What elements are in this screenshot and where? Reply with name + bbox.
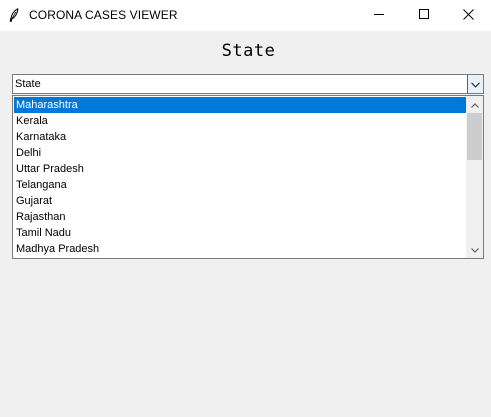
title-bar[interactable]: CORONA CASES VIEWER — [0, 0, 491, 31]
combobox-dropdown-button[interactable] — [467, 75, 483, 93]
list-item[interactable]: Tamil Nadu — [14, 225, 467, 241]
list-item[interactable]: Uttar Pradesh — [14, 161, 467, 177]
chevron-down-icon — [471, 78, 480, 91]
state-combobox[interactable]: State — [12, 74, 484, 94]
close-icon — [463, 8, 474, 23]
state-heading: State — [221, 41, 276, 61]
list-item[interactable]: Madhya Pradesh — [14, 241, 467, 257]
scroll-down-button[interactable] — [466, 241, 483, 258]
dropdown-items: Maharashtra Kerala Karnataka Delhi Uttar… — [14, 97, 467, 257]
maximize-button[interactable] — [401, 0, 446, 31]
list-item[interactable]: Telangana — [14, 177, 467, 193]
feather-icon — [8, 8, 20, 22]
scrollbar-thumb[interactable] — [467, 113, 482, 160]
chevron-up-icon — [470, 98, 479, 111]
list-item[interactable]: Delhi — [14, 145, 467, 161]
chevron-down-icon — [470, 243, 479, 256]
list-item[interactable]: Gujarat — [14, 193, 467, 209]
list-item[interactable]: Kerala — [14, 113, 467, 129]
list-item[interactable]: Karnataka — [14, 129, 467, 145]
window-title: CORONA CASES VIEWER — [29, 8, 178, 22]
state-dropdown-list[interactable]: Maharashtra Kerala Karnataka Delhi Uttar… — [12, 95, 484, 259]
scroll-up-button[interactable] — [466, 96, 483, 113]
list-item[interactable]: Maharashtra — [14, 97, 467, 113]
combobox-value: State — [15, 78, 41, 90]
minimize-icon — [373, 9, 384, 22]
vertical-scrollbar[interactable] — [466, 96, 483, 258]
close-button[interactable] — [446, 0, 491, 31]
maximize-icon — [418, 9, 429, 22]
list-item[interactable]: Rajasthan — [14, 209, 467, 225]
minimize-button[interactable] — [356, 0, 401, 31]
